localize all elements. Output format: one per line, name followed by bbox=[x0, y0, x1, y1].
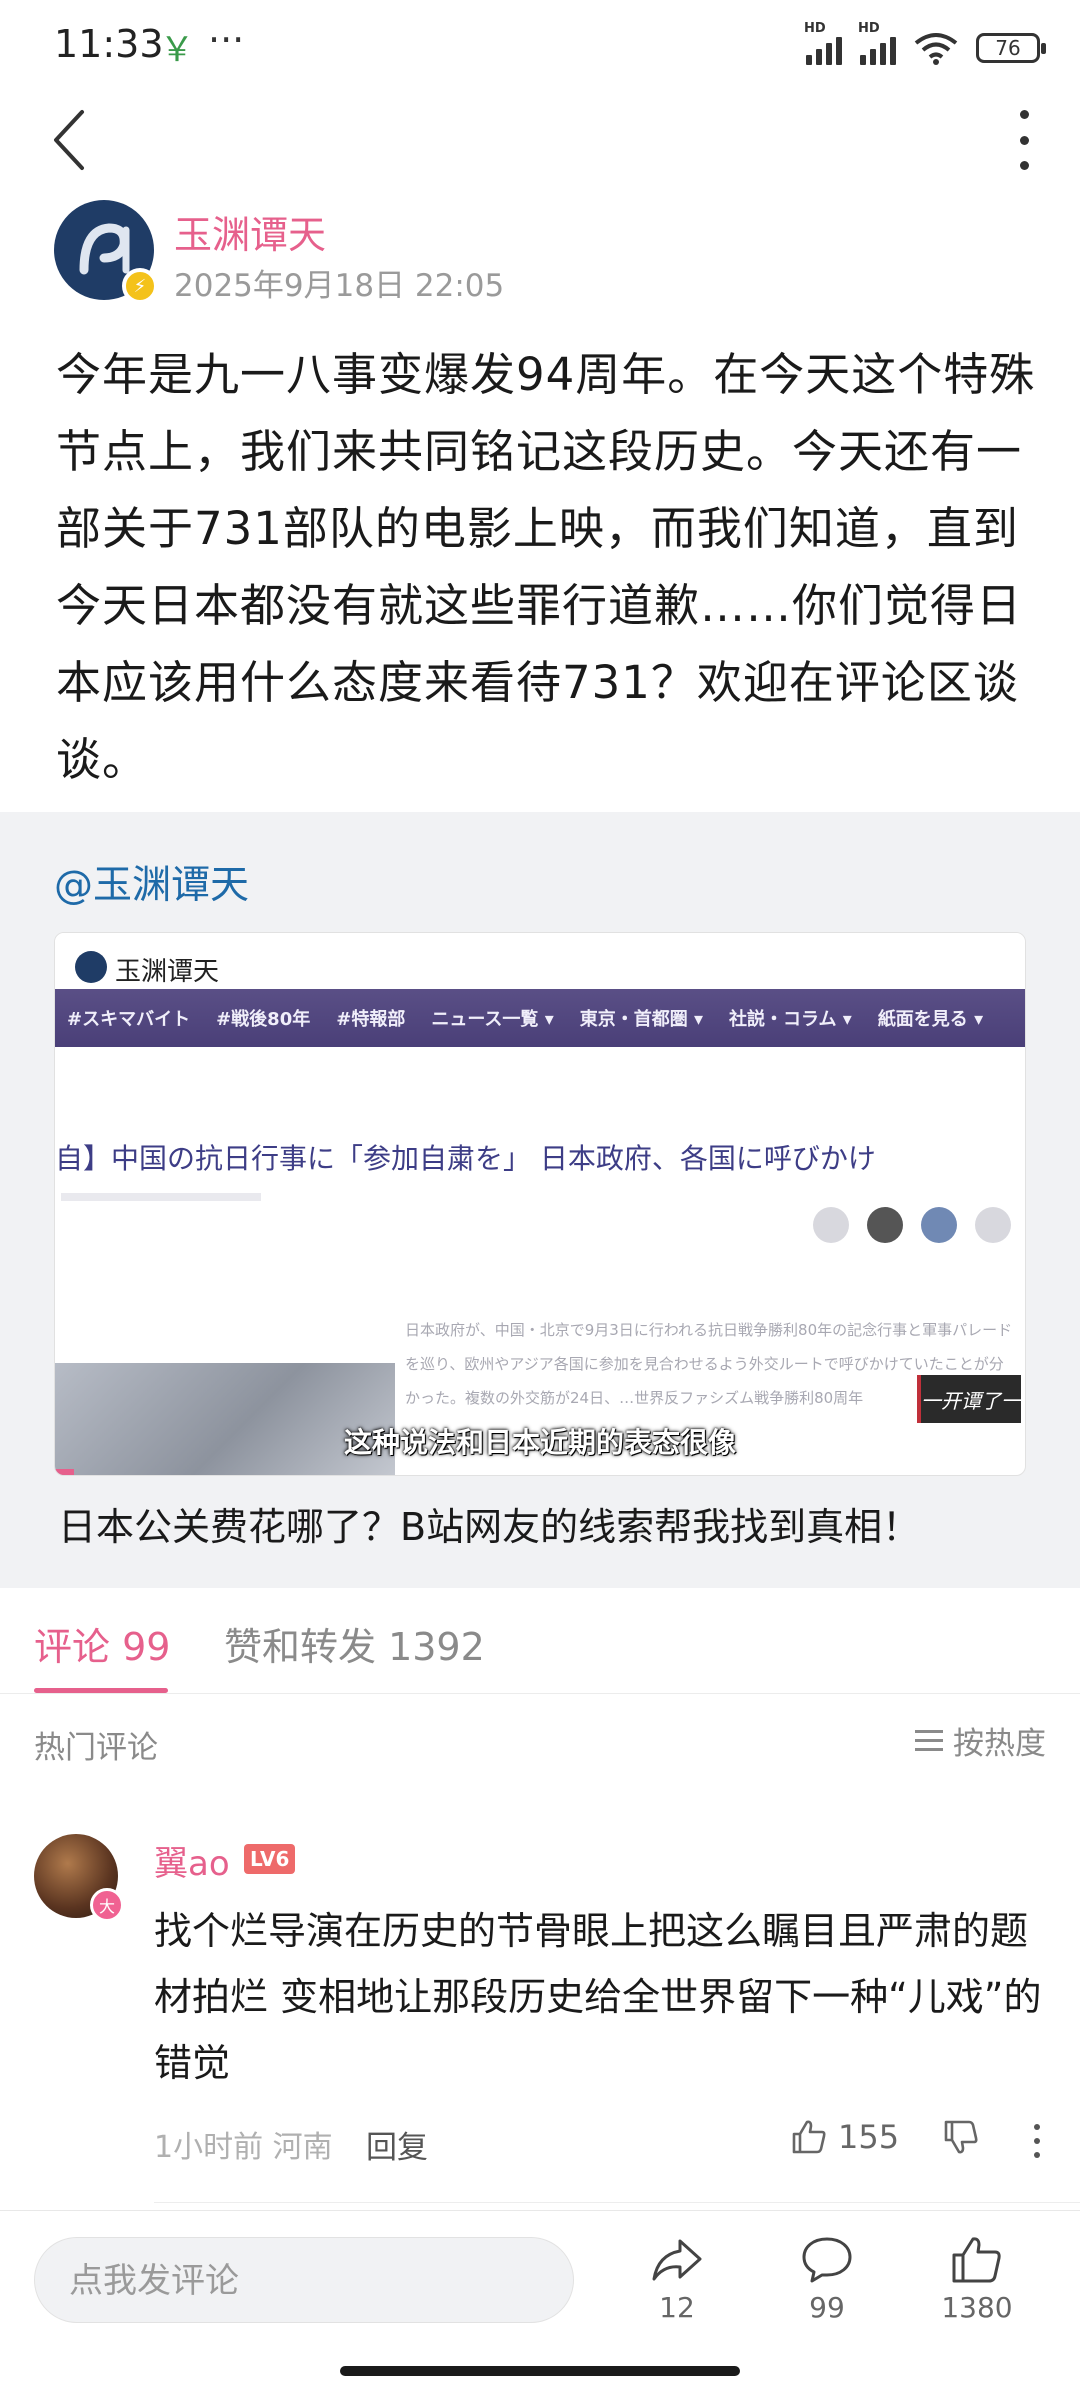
comment-username[interactable]: 翼ao bbox=[154, 1836, 230, 1885]
tab-likes-reposts[interactable]: 赞和转发 1392 bbox=[224, 1616, 485, 1671]
video-nav-item: 社説・コラム ▾ bbox=[729, 1009, 852, 1030]
video-logo-text: 玉渊谭天 bbox=[115, 957, 220, 987]
user-level-badge: LV6 bbox=[244, 1844, 296, 1874]
more-dot-icon bbox=[1019, 161, 1029, 170]
status-bar: 11:33 ￥ ··· HD HD 76 bbox=[0, 0, 1080, 96]
battery-indicator: 76 bbox=[976, 33, 1046, 63]
share-count: 12 bbox=[659, 2291, 695, 2324]
video-site-nav: #スキマバイト #戦後80年 #特報部 ニュース一覧 ▾ 東京・首都圏 ▾ 社説… bbox=[55, 989, 1025, 1047]
like-button[interactable]: 1380 bbox=[922, 2235, 1032, 2324]
comment-reply-button[interactable]: 回复 bbox=[366, 2122, 428, 2167]
more-dot-icon bbox=[1034, 2124, 1040, 2130]
video-watermark: 一开谭了一 bbox=[917, 1375, 1021, 1423]
comment-like-button[interactable]: 155 bbox=[790, 2118, 899, 2156]
status-more-dots: ··· bbox=[208, 18, 245, 62]
share-button[interactable]: 12 bbox=[622, 2235, 732, 2324]
more-dot-icon bbox=[1019, 110, 1029, 119]
signal-icon: HD bbox=[804, 21, 842, 65]
thumbs-down-icon bbox=[944, 2120, 978, 2154]
x-icon bbox=[867, 1207, 903, 1243]
tab-active-indicator bbox=[34, 1688, 168, 1693]
video-thumbnail[interactable]: 玉渊谭天 #スキマバイト #戦後80年 #特報部 ニュース一覧 ▾ 東京・首都圏… bbox=[54, 932, 1026, 1476]
tab-comments[interactable]: 评论 99 bbox=[34, 1616, 170, 1671]
comment-avatar-badge: 大 bbox=[90, 1888, 124, 1922]
more-options-button[interactable] bbox=[1014, 110, 1034, 170]
network-label-2: HD bbox=[858, 21, 880, 36]
detail-tabs: 评论 99 赞和转发 1392 bbox=[0, 1588, 1080, 1694]
back-arrow-icon bbox=[54, 110, 84, 170]
back-button[interactable] bbox=[50, 100, 100, 180]
video-share-icons bbox=[813, 1207, 1011, 1243]
comment-input[interactable]: 点我发评论 bbox=[34, 2237, 574, 2323]
status-time: 11:33 bbox=[54, 22, 164, 66]
share-icon bbox=[652, 2239, 702, 2281]
post-timestamp: 2025年9月18日 22:05 bbox=[174, 268, 505, 304]
comment-count: 99 bbox=[809, 2291, 845, 2324]
video-nav-item: #特報部 bbox=[336, 1009, 406, 1030]
post-body: 今年是九一八事变爆发94周年。在今天这个特殊节点上，我们来共同铭记这段历史。今天… bbox=[56, 348, 1036, 786]
video-nav-item: 紙面を見る ▾ bbox=[877, 1009, 984, 1030]
video-subtitle: 这种说法和日本近期的表态很像 bbox=[343, 1426, 736, 1459]
signal-icon-2: HD bbox=[858, 21, 896, 65]
home-indicator[interactable] bbox=[340, 2366, 740, 2376]
comment-dislike-button[interactable] bbox=[942, 2118, 980, 2160]
video-nav-item: #戦後80年 bbox=[216, 1009, 311, 1030]
network-label: HD bbox=[804, 21, 826, 36]
sort-button[interactable]: 按热度 bbox=[915, 1718, 1046, 1763]
comment-like-count: 155 bbox=[838, 2118, 900, 2156]
repost-title[interactable]: 日本公关费花哪了？B站网友的线索帮我找到真相！ bbox=[58, 1496, 920, 1551]
repost-card[interactable]: @玉渊谭天 玉渊谭天 #スキマバイト #戦後80年 #特報部 ニュース一覧 ▾ … bbox=[0, 812, 1080, 1588]
thumbs-up-icon bbox=[952, 2237, 1001, 2283]
link-icon bbox=[813, 1207, 849, 1243]
comment-divider bbox=[154, 2202, 1080, 2203]
more-dot-icon bbox=[1034, 2152, 1040, 2158]
video-progress-bar bbox=[55, 1469, 75, 1475]
author-avatar[interactable]: ⚡ bbox=[54, 200, 158, 304]
video-nav-item: ニュース一覧 ▾ bbox=[431, 1009, 554, 1030]
hot-comments-label: 热门评论 bbox=[34, 1730, 158, 1766]
comment-icon bbox=[802, 2237, 852, 2283]
status-indicators: HD HD 76 bbox=[804, 21, 1046, 68]
hand-icon bbox=[975, 1207, 1011, 1243]
facebook-icon bbox=[921, 1207, 957, 1243]
video-nav-item: 東京・首都圏 ▾ bbox=[579, 1009, 704, 1030]
video-site-header: 玉渊谭天 bbox=[55, 933, 1025, 993]
comment-button[interactable]: 99 bbox=[772, 2235, 882, 2324]
video-nav-item: #スキマバイト bbox=[67, 1009, 191, 1030]
sort-label: 按热度 bbox=[953, 1726, 1046, 1762]
video-headline: 自】中国の抗日行事に「参加自粛を」 日本政府、各国に呼びかけ bbox=[55, 1142, 876, 1175]
more-dot-icon bbox=[1034, 2138, 1040, 2144]
comment-text: 找个烂导演在历史的节骨眼上把这么瞩目且严肃的题材拍烂 变相地让那段历史给全世界留… bbox=[154, 1909, 1042, 2085]
more-dot-icon bbox=[1019, 135, 1029, 145]
video-logo-icon bbox=[75, 951, 107, 983]
repost-author-link[interactable]: @玉渊谭天 bbox=[54, 854, 249, 910]
video-sub-line bbox=[61, 1193, 261, 1201]
comment-more-button[interactable] bbox=[1034, 2124, 1040, 2158]
comment-avatar[interactable]: 大 bbox=[34, 1834, 124, 1922]
wifi-icon bbox=[914, 33, 958, 65]
sort-icon bbox=[915, 1730, 943, 1751]
thumbs-up-icon bbox=[792, 2120, 826, 2154]
pay-icon: ￥ bbox=[160, 30, 194, 70]
verified-badge-icon: ⚡ bbox=[122, 268, 158, 304]
author-name[interactable]: 玉渊谭天 bbox=[174, 204, 326, 259]
comment-time-location: 1小时前 河南 bbox=[154, 2130, 333, 2165]
like-count: 1380 bbox=[941, 2291, 1013, 2324]
